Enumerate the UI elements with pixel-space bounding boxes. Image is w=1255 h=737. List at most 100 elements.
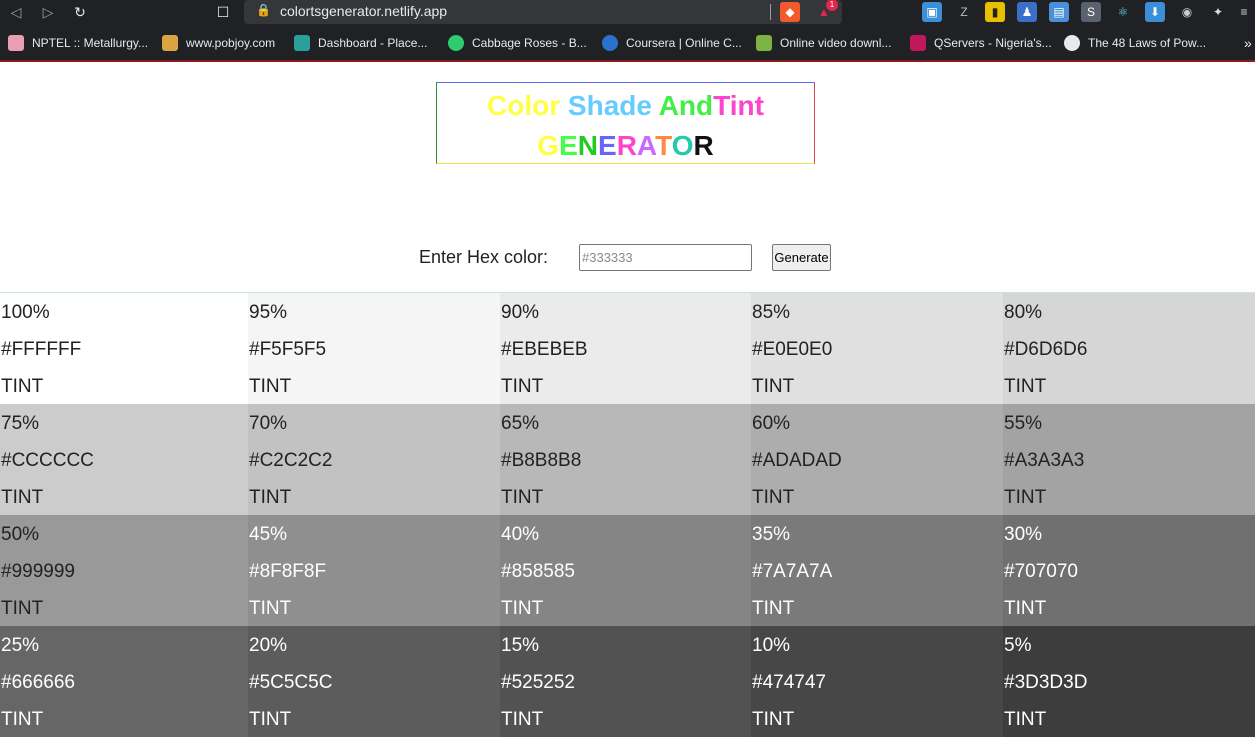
title-line-2: GENERATOR (437, 129, 814, 163)
swatch-percent: 25% (1, 635, 40, 656)
bookmark-icon[interactable]: ☐ (212, 2, 234, 24)
bookmark-favicon-icon (448, 35, 464, 51)
swatch-hex: #858585 (501, 561, 575, 582)
swatch-cell[interactable]: 40% #858585 TINT (500, 515, 751, 626)
swatch-cell[interactable]: 25% #666666 TINT (0, 626, 248, 737)
swatch-hex: #ADADAD (752, 450, 842, 471)
swatch-percent: 70% (249, 413, 288, 434)
title-segment: R (693, 130, 714, 161)
swatch-cell[interactable]: 50% #999999 TINT (0, 515, 248, 626)
swatch-type: TINT (752, 709, 795, 730)
swatch-type: TINT (249, 376, 292, 397)
swatch-percent: 35% (752, 524, 791, 545)
swatch-hex: #474747 (752, 672, 826, 693)
swatch-cell[interactable]: 20% #5C5C5C TINT (248, 626, 500, 737)
generate-button[interactable]: Generate (772, 244, 831, 271)
swatch-type: TINT (501, 487, 544, 508)
bookmark-item[interactable]: QServers - Nigeria's... (910, 34, 1052, 52)
bookmark-label: Online video downl... (780, 36, 892, 50)
extension-card-icon[interactable]: ▤ (1049, 2, 1069, 22)
swatch-type: TINT (501, 709, 544, 730)
swatch-percent: 50% (1, 524, 40, 545)
swatch-hex: #7A7A7A (752, 561, 833, 582)
swatch-type: TINT (1, 487, 44, 508)
bookmark-item[interactable]: Cabbage Roses - B... (448, 34, 587, 52)
swatch-hex: #5C5C5C (249, 672, 333, 693)
bookmark-item[interactable]: Coursera | Online C... (602, 34, 742, 52)
bookmark-favicon-icon (294, 35, 310, 51)
bookmark-item[interactable]: NPTEL :: Metallurgy... (8, 34, 148, 52)
extension-window-icon[interactable]: ▣ (922, 2, 942, 22)
swatch-cell[interactable]: 70% #C2C2C2 TINT (248, 404, 500, 515)
swatch-hex: #707070 (1004, 561, 1078, 582)
extension-s-icon[interactable]: S (1081, 2, 1101, 22)
bookmark-favicon-icon (910, 35, 926, 51)
title-segment: R (616, 130, 637, 161)
swatch-percent: 95% (249, 302, 288, 323)
swatch-cell[interactable]: 95% #F5F5F5 TINT (248, 293, 500, 404)
swatch-percent: 65% (501, 413, 540, 434)
swatch-type: TINT (1004, 487, 1047, 508)
title-segment: G (537, 130, 560, 161)
swatch-type: TINT (249, 487, 292, 508)
swatch-cell[interactable]: 15% #525252 TINT (500, 626, 751, 737)
swatch-type: TINT (752, 376, 795, 397)
swatch-hex: #D6D6D6 (1004, 339, 1088, 360)
extensions-puzzle-icon[interactable]: ✦ (1208, 2, 1228, 22)
bookmark-label: The 48 Laws of Pow... (1088, 36, 1207, 50)
brave-shield-icon[interactable]: ◆ (780, 2, 800, 22)
reload-icon[interactable]: ↻ (69, 2, 91, 24)
swatch-cell[interactable]: 35% #7A7A7A TINT (751, 515, 1003, 626)
swatch-cell[interactable]: 10% #474747 TINT (751, 626, 1003, 737)
swatch-percent: 100% (1, 302, 50, 323)
swatch-cell[interactable]: 5% #3D3D3D TINT (1003, 626, 1255, 737)
more-bookmarks-button[interactable]: » (1244, 34, 1252, 52)
address-divider (770, 4, 771, 20)
back-icon[interactable]: ◁ (5, 2, 27, 24)
swatch-percent: 5% (1004, 635, 1032, 656)
swatch-cell[interactable]: 45% #8F8F8F TINT (248, 515, 500, 626)
swatch-cell[interactable]: 90% #EBEBEB TINT (500, 293, 751, 404)
bookmark-item[interactable]: Online video downl... (756, 34, 891, 52)
hex-form: Enter Hex color: Generate (0, 244, 1255, 272)
swatch-cell[interactable]: 60% #ADADAD TINT (751, 404, 1003, 515)
extension-z-icon[interactable]: Z (954, 2, 974, 22)
swatch-hex: #CCCCCC (1, 450, 94, 471)
swatch-hex: #C2C2C2 (249, 450, 333, 471)
title-segment: And (658, 90, 714, 121)
title-segment: E (559, 130, 578, 161)
bookmark-item[interactable]: www.pobjoy.com (162, 34, 275, 52)
swatch-hex: #999999 (1, 561, 75, 582)
menu-icon[interactable]: ≡ (1234, 2, 1254, 22)
swatch-cell[interactable]: 100% #FFFFFF TINT (0, 293, 248, 404)
swatch-cell[interactable]: 55% #A3A3A3 TINT (1003, 404, 1255, 515)
url-text[interactable]: colortsgenerator.netlify.app (280, 3, 447, 19)
swatch-grid: 100% #FFFFFF TINT 95% #F5F5F5 TINT 90% #EBEBEB T… (0, 292, 1255, 737)
extension-user-icon[interactable]: ♟ (1017, 2, 1037, 22)
title-segment: Tint (713, 90, 764, 121)
swatch-cell[interactable]: 75% #CCCCCC TINT (0, 404, 248, 515)
swatch-percent: 55% (1004, 413, 1043, 434)
swatch-type: TINT (1004, 709, 1047, 730)
swatch-type: TINT (1, 709, 44, 730)
swatch-cell[interactable]: 85% #E0E0E0 TINT (751, 293, 1003, 404)
swatch-hex: #FFFFFF (1, 339, 82, 360)
swatch-cell[interactable]: 30% #707070 TINT (1003, 515, 1255, 626)
lock-icon: 🔒 (256, 3, 271, 17)
swatch-hex: #8F8F8F (249, 561, 327, 582)
swatch-type: TINT (1, 376, 44, 397)
swatch-cell[interactable]: 80% #D6D6D6 TINT (1003, 293, 1255, 404)
swatch-cell[interactable]: 65% #B8B8B8 TINT (500, 404, 751, 515)
react-devtools-icon[interactable]: ⚛ (1113, 2, 1133, 22)
hex-input[interactable] (579, 244, 752, 271)
extension-target-icon[interactable]: ◉ (1177, 2, 1197, 22)
swatch-percent: 40% (501, 524, 540, 545)
swatch-type: TINT (1004, 598, 1047, 619)
bookmark-item[interactable]: The 48 Laws of Pow... (1064, 34, 1206, 52)
extension-folder-icon[interactable]: ▮ (985, 2, 1005, 22)
forward-icon[interactable]: ▷ (37, 2, 59, 24)
bookmark-item[interactable]: Dashboard - Place... (294, 34, 427, 52)
download-icon[interactable]: ⬇ (1145, 2, 1165, 22)
address-bar[interactable]: 🔒 colortsgenerator.netlify.app ◆ ▲ 1 (244, 0, 842, 24)
bookmark-label: Coursera | Online C... (626, 36, 742, 50)
